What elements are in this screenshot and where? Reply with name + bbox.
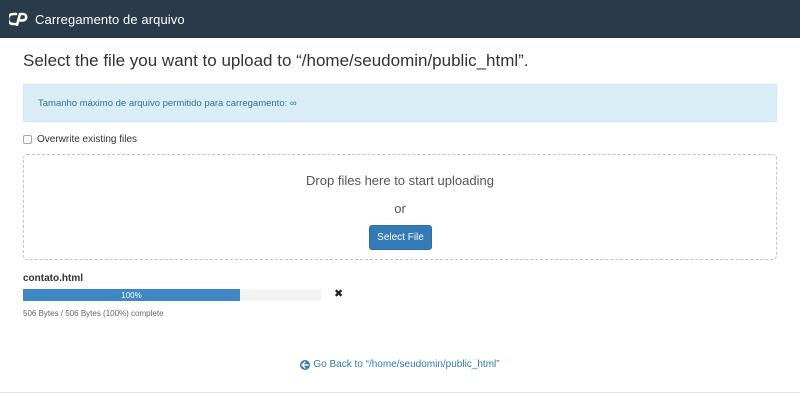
page-title: Select the file you want to upload to “/… [23, 51, 529, 70]
upload-progress-bar: 100% [23, 289, 321, 301]
select-file-button[interactable]: Select File [369, 225, 432, 250]
top-bar: Carregamento de arquivo [0, 0, 800, 38]
file-dropzone[interactable]: Drop files here to start uploading or Se… [23, 154, 777, 260]
overwrite-option[interactable]: Overwrite existing files [23, 134, 137, 145]
go-back-label[interactable]: Go Back to “/home/seudomin/public_html” [313, 359, 499, 370]
dropzone-or-text: or [394, 201, 406, 216]
go-back-link[interactable]: Go Back to “/home/seudomin/public_html” [0, 359, 800, 370]
overwrite-label[interactable]: Overwrite existing files [37, 134, 137, 145]
upload-status-text: 506 Bytes / 506 Bytes (100%) complete [23, 309, 164, 318]
app-title: Carregamento de arquivo [35, 11, 185, 27]
info-alert: Tamanho máximo de arquivo permitido para… [23, 84, 777, 122]
close-icon[interactable]: ✖ [334, 287, 343, 300]
arrow-left-circle-icon[interactable] [300, 359, 311, 370]
max-file-size-text: Tamanho máximo de arquivo permitido para… [38, 98, 297, 109]
upload-file-name: contato.html [23, 273, 83, 284]
overwrite-checkbox[interactable] [23, 135, 32, 144]
upload-progress-fill: 100% [23, 289, 240, 301]
cpanel-logo-icon[interactable] [8, 10, 30, 28]
footer-divider [0, 392, 800, 393]
upload-progress-label: 100% [121, 290, 142, 300]
dropzone-text: Drop files here to start uploading [306, 173, 494, 188]
